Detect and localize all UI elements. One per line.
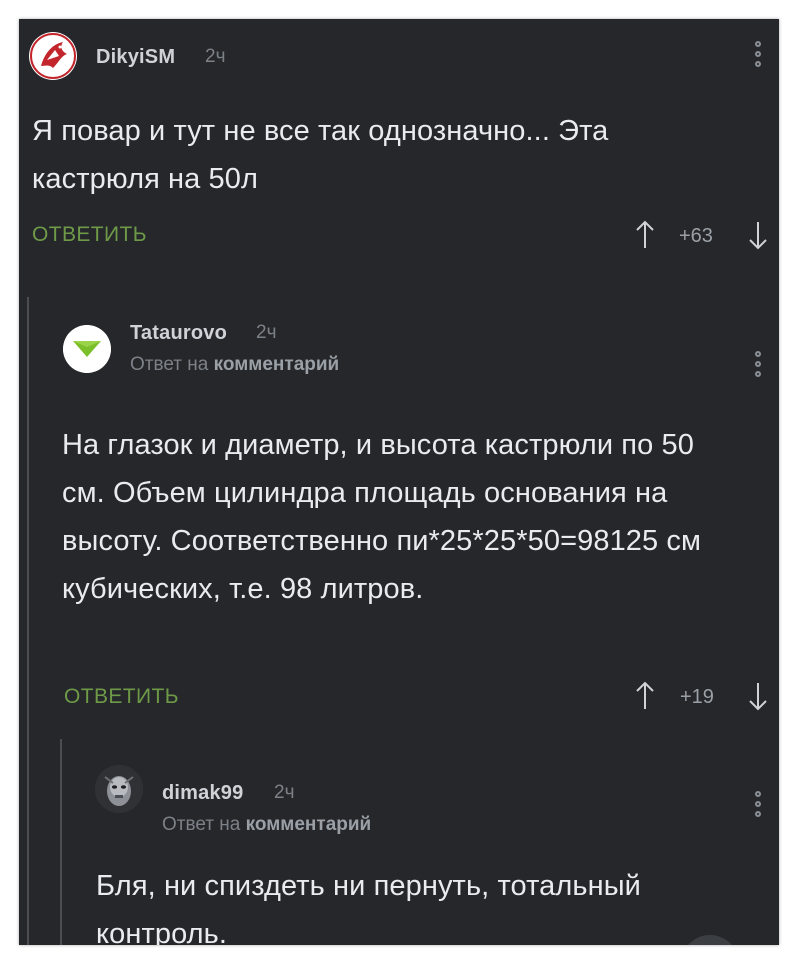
- green-triangle-avatar-icon[interactable]: [63, 325, 111, 373]
- arrow-down-icon[interactable]: [747, 681, 769, 711]
- vertical-dots-icon[interactable]: [753, 791, 763, 825]
- timestamp: 2ч: [274, 782, 295, 803]
- comment-dikyism: DikyiSM 2ч Я повар и тут не все так одно…: [19, 19, 779, 279]
- vertical-dots-icon[interactable]: [753, 351, 763, 385]
- vertical-dots-icon[interactable]: [753, 41, 763, 75]
- timestamp: 2ч: [205, 46, 226, 67]
- timestamp: 2ч: [256, 322, 277, 343]
- reply-to: Ответ на комментарий: [162, 814, 371, 836]
- arrow-up-icon[interactable]: [634, 220, 656, 250]
- comment-text: Бля, ни спиздеть ни пернуть, тотальный к…: [96, 870, 641, 945]
- reply-to-prefix: Ответ на: [162, 814, 241, 835]
- dragon-avatar-icon[interactable]: [29, 32, 77, 80]
- comments-feed: DikyiSM 2ч Я повар и тут не все так одно…: [19, 19, 779, 945]
- arrow-down-icon[interactable]: [747, 220, 769, 250]
- robot-face-avatar-icon[interactable]: [95, 765, 143, 813]
- username[interactable]: dimak99: [162, 782, 243, 805]
- reply-to-prefix: Ответ на: [130, 354, 209, 375]
- vote-score: +63: [679, 225, 713, 247]
- reply-button[interactable]: ОТВЕТИТЬ: [64, 685, 179, 709]
- vote-score: +19: [680, 686, 714, 708]
- reply-to: Ответ на комментарий: [130, 354, 339, 376]
- reply-to-link[interactable]: комментарий: [246, 814, 372, 835]
- comment-text: На глазок и диаметр, и высота кастрюли п…: [62, 429, 702, 605]
- comment-tataurovo: Tataurovo 2ч Ответ на комментарий На гла…: [19, 299, 779, 719]
- username[interactable]: DikyiSM: [96, 46, 175, 69]
- username[interactable]: Tataurovo: [130, 322, 227, 345]
- reply-to-link[interactable]: комментарий: [214, 354, 340, 375]
- comment-dimak99: dimak99 2ч Ответ на комментарий Бля, ни …: [19, 739, 779, 945]
- comment-text: Я повар и тут не все так однозначно... Э…: [32, 115, 609, 195]
- arrow-up-icon[interactable]: [634, 681, 656, 711]
- reply-button[interactable]: ОТВЕТИТЬ: [32, 223, 147, 247]
